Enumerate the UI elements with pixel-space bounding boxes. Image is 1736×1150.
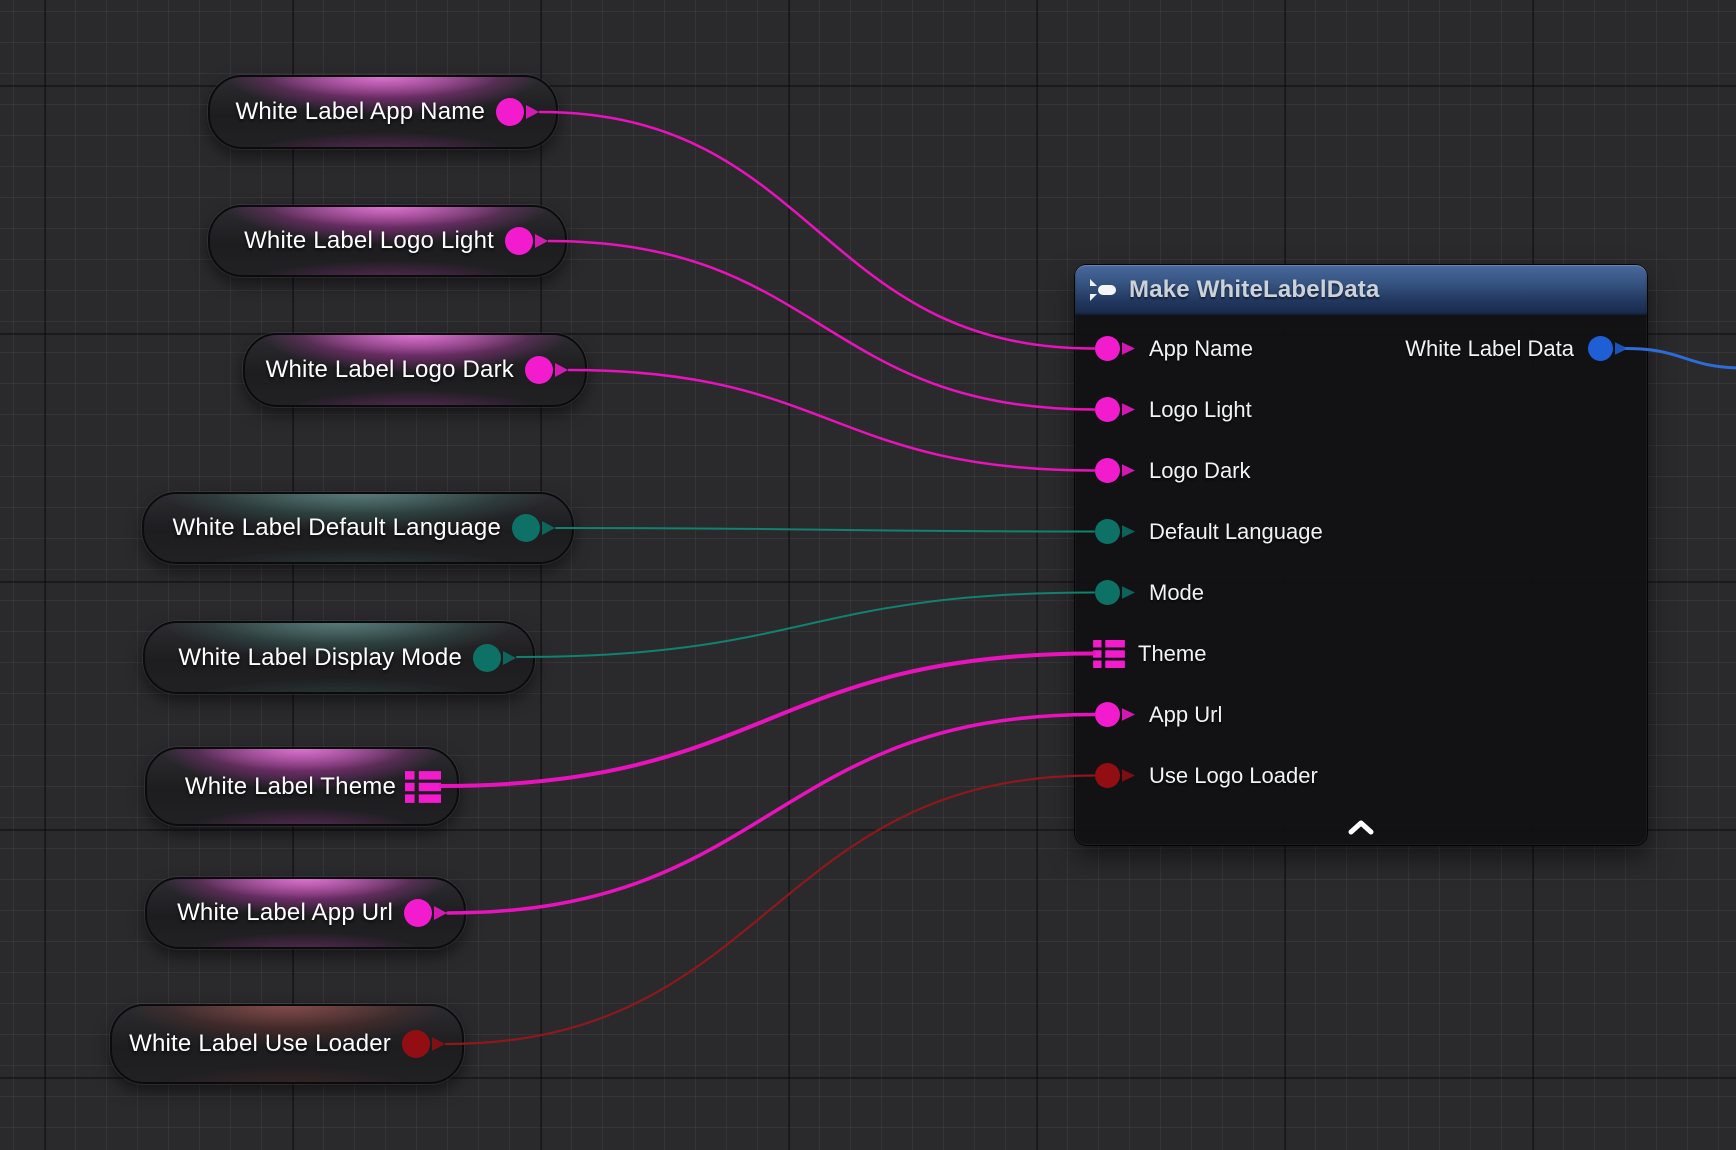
wire-text[interactable] [517, 593, 1094, 658]
variable-node-white-label-app-url[interactable]: White Label App Url [145, 877, 466, 949]
input-pin-label: App Url [1149, 702, 1222, 728]
struct-input-pin-icon[interactable] [1093, 640, 1125, 668]
string-pin-icon[interactable] [523, 353, 569, 387]
wire-text[interactable] [556, 528, 1094, 532]
text-pin-icon[interactable] [471, 641, 517, 675]
blueprint-graph-canvas[interactable]: White Label App Name White Label Logo Li… [0, 0, 1736, 1150]
input-pin-label: Logo Dark [1149, 458, 1251, 484]
input-pin-label: App Name [1149, 336, 1253, 362]
input-pin-label: Theme [1138, 641, 1206, 667]
make-struct-icon [1088, 277, 1118, 303]
struct-output-pin-icon[interactable] [1586, 333, 1629, 364]
string-input-pin-icon[interactable] [1093, 699, 1136, 730]
string-pin-icon[interactable] [494, 95, 540, 129]
input-pin-label: Mode [1149, 580, 1204, 606]
input-row-default-language: Default Language [1075, 501, 1647, 562]
variable-node-label: White Label Use Loader [129, 1030, 391, 1058]
output-pin-label: White Label Data [1405, 336, 1574, 362]
make-node-header[interactable]: Make WhiteLabelData [1075, 265, 1647, 315]
bool-input-pin-icon[interactable] [1093, 760, 1136, 791]
wire-string[interactable] [448, 715, 1094, 914]
struct-pin-icon[interactable] [405, 771, 441, 803]
make-node-title: Make WhiteLabelData [1129, 276, 1380, 304]
string-pin-icon[interactable] [503, 224, 549, 258]
chevron-up-icon [1346, 820, 1376, 838]
variable-node-white-label-display-mode[interactable]: White Label Display Mode [143, 621, 535, 694]
string-pin-icon[interactable] [402, 896, 448, 930]
input-row-logo-dark: Logo Dark [1075, 440, 1647, 501]
input-row-theme: Theme [1075, 623, 1647, 684]
variable-node-label: White Label App Url [177, 899, 393, 927]
variable-node-label: White Label Logo Dark [266, 356, 514, 384]
input-pin-label: Use Logo Loader [1149, 763, 1318, 789]
text-pin-icon[interactable] [510, 511, 556, 545]
bool-pin-icon[interactable] [400, 1027, 446, 1061]
wire-string[interactable] [540, 112, 1094, 349]
wire-string[interactable] [549, 241, 1094, 410]
output-row-white-label-data: White Label Data [1405, 318, 1647, 379]
input-row-mode: Mode [1075, 562, 1647, 623]
variable-node-label: White Label Display Mode [178, 644, 462, 672]
variable-node-label: White Label Theme [185, 773, 396, 801]
variable-node-white-label-default-language[interactable]: White Label Default Language [142, 492, 574, 564]
variable-node-white-label-logo-dark[interactable]: White Label Logo Dark [243, 333, 587, 407]
text-input-pin-icon[interactable] [1093, 577, 1136, 608]
variable-node-white-label-app-name[interactable]: White Label App Name [208, 75, 558, 149]
input-row-use-logo-loader: Use Logo Loader [1075, 745, 1647, 806]
string-input-pin-icon[interactable] [1093, 394, 1136, 425]
input-row-logo-light: Logo Light [1075, 379, 1647, 440]
string-input-pin-icon[interactable] [1093, 333, 1136, 364]
variable-node-label: White Label Default Language [173, 514, 502, 542]
input-pin-label: Default Language [1149, 519, 1323, 545]
variable-node-label: White Label Logo Light [244, 227, 494, 255]
string-input-pin-icon[interactable] [1093, 455, 1136, 486]
variable-node-white-label-logo-light[interactable]: White Label Logo Light [208, 205, 567, 277]
collapse-node-chevron-button[interactable] [1340, 818, 1382, 840]
wire-string[interactable] [569, 370, 1094, 471]
variable-node-label: White Label App Name [236, 98, 485, 126]
text-input-pin-icon[interactable] [1093, 516, 1136, 547]
variable-node-white-label-theme[interactable]: White Label Theme [145, 747, 459, 826]
variable-node-white-label-use-loader[interactable]: White Label Use Loader [110, 1004, 464, 1084]
input-pin-label: Logo Light [1149, 397, 1252, 423]
make-whitelabeldata-node[interactable]: Make WhiteLabelData App Name Logo Light … [1075, 265, 1647, 845]
input-row-app-url: App Url [1075, 684, 1647, 745]
wire-string[interactable] [441, 654, 1094, 787]
